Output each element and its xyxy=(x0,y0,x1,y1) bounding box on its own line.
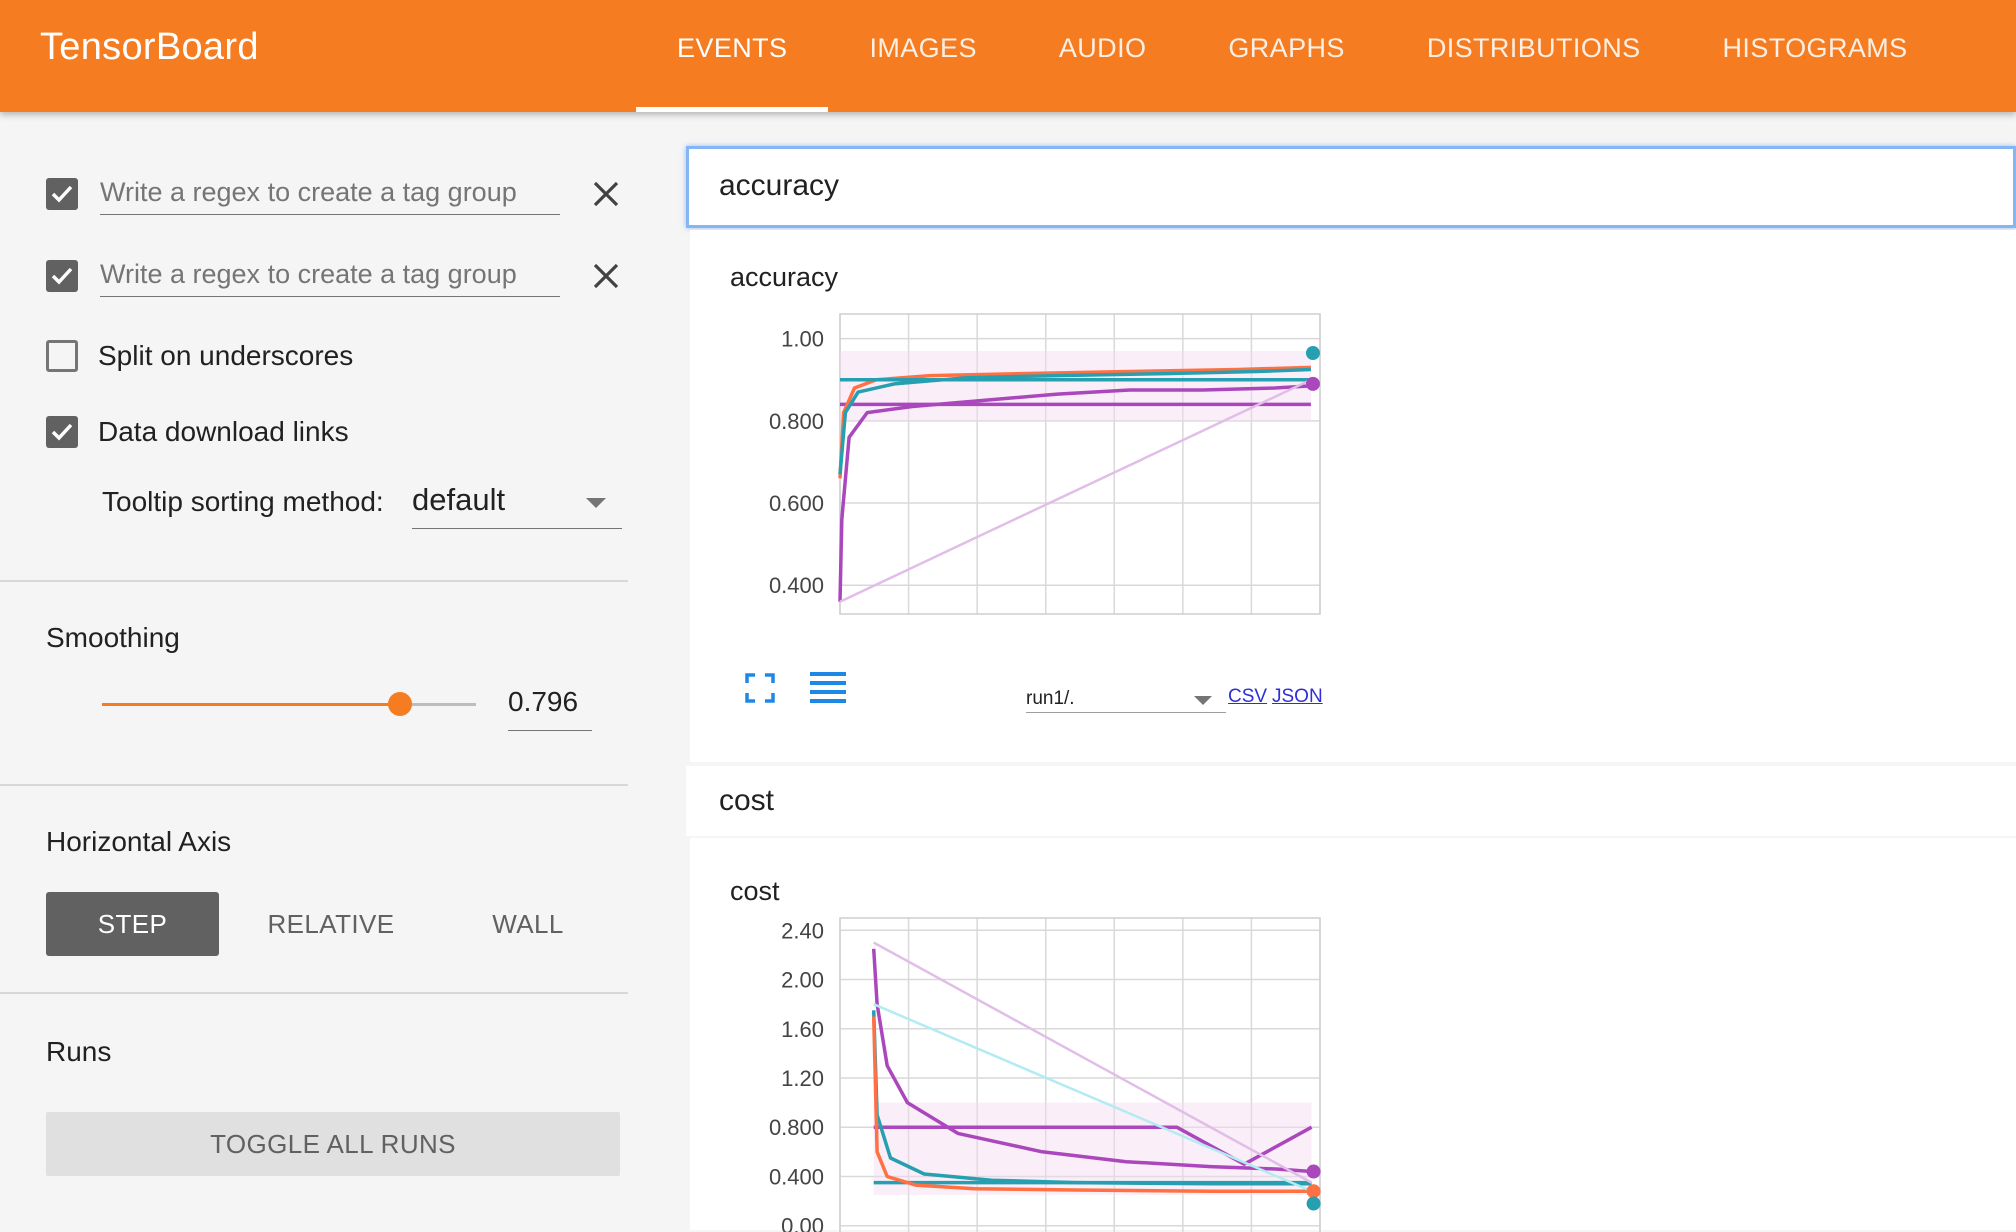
tab-audio[interactable]: AUDIO xyxy=(1018,0,1188,112)
regex-group-1-checkbox[interactable] xyxy=(46,178,78,210)
download-links-checkbox[interactable] xyxy=(46,416,78,448)
y-tick-label: 1.60 xyxy=(781,1017,824,1042)
y-tick-label: 0.800 xyxy=(769,409,824,434)
smoothing-value-input[interactable]: 0.796 xyxy=(508,686,592,731)
tooltip-sorting-value: default xyxy=(412,482,506,517)
y-tick-label: 1.00 xyxy=(781,327,824,352)
axis-relative-button[interactable]: RELATIVE xyxy=(244,892,418,956)
smoothing-title: Smoothing xyxy=(46,622,180,653)
y-tick-label: 2.00 xyxy=(781,968,824,993)
y-tick-label: 0.400 xyxy=(769,573,824,598)
axis-wall-button[interactable]: WALL xyxy=(448,892,608,956)
y-tick-label: 2.40 xyxy=(781,918,824,943)
top-app-bar: TensorBoard EVENTS IMAGES AUDIO GRAPHS D… xyxy=(0,0,2016,112)
chevron-down-icon xyxy=(1194,696,1212,705)
divider xyxy=(0,580,628,582)
y-tick-label: 1.20 xyxy=(781,1066,824,1091)
series-end-marker xyxy=(1306,1184,1321,1199)
sidebar: Split on underscores Data download links… xyxy=(0,112,628,1230)
chevron-down-icon xyxy=(586,498,606,508)
toggle-all-runs-button[interactable]: TOGGLE ALL RUNS xyxy=(46,1112,620,1176)
chart-title: accuracy xyxy=(730,262,839,292)
csv-download-link[interactable]: CSV xyxy=(1228,686,1267,708)
divider xyxy=(0,784,628,786)
regex-group-1-input[interactable] xyxy=(100,170,560,215)
y-tick-label: 0.00 xyxy=(781,1214,824,1232)
split-underscores-label: Split on underscores xyxy=(98,340,354,371)
app-title: TensorBoard xyxy=(40,26,259,68)
split-underscores-checkbox[interactable] xyxy=(46,340,78,372)
json-download-link[interactable]: JSON xyxy=(1272,686,1323,708)
axis-step-button[interactable]: STEP xyxy=(46,892,219,956)
raw-data-band xyxy=(840,350,1311,421)
close-icon[interactable] xyxy=(590,260,622,292)
data-selection-icon[interactable] xyxy=(810,670,846,709)
smoothing-slider-knob[interactable] xyxy=(387,692,412,716)
tab-distributions[interactable]: DISTRIBUTIONS xyxy=(1386,0,1682,112)
accuracy-card: accuracy 1.000.8000.6000.4000.0001.000k2… xyxy=(690,230,2016,762)
divider xyxy=(0,992,628,994)
tooltip-sorting-label: Tooltip sorting method: xyxy=(102,486,384,517)
y-tick-label: 0.600 xyxy=(769,491,824,516)
regex-group-2-checkbox[interactable] xyxy=(46,260,78,292)
y-tick-label: 0.800 xyxy=(769,1115,824,1140)
regex-group-2-input[interactable] xyxy=(100,252,560,297)
series-end-marker xyxy=(1305,376,1320,391)
tab-events[interactable]: EVENTS xyxy=(636,0,829,112)
series-end-marker xyxy=(1306,1164,1321,1179)
fullscreen-icon[interactable] xyxy=(744,672,776,709)
horizontal-axis-title: Horizontal Axis xyxy=(46,826,232,857)
check-icon xyxy=(51,267,73,285)
tab-graphs[interactable]: GRAPHS xyxy=(1187,0,1385,112)
y-tick-label: 0.400 xyxy=(769,1164,824,1189)
run-select-value: run1/. xyxy=(1026,688,1075,709)
cost-card: cost 2.40 2.00 1.60 1.20 0.800 0.400 0.00 xyxy=(690,838,2016,1232)
smoothing-slider-fill xyxy=(102,703,400,706)
tab-images[interactable]: IMAGES xyxy=(828,0,1017,112)
group-header-cost[interactable]: cost xyxy=(686,766,2016,836)
download-links-label: Data download links xyxy=(98,416,349,447)
nav-tabs: EVENTS IMAGES AUDIO GRAPHS DISTRIBUTIONS… xyxy=(636,0,1949,112)
runs-title: Runs xyxy=(46,1036,112,1067)
group-header-accuracy[interactable]: accuracy xyxy=(686,146,2016,228)
check-icon xyxy=(51,423,73,441)
smoothing-slider[interactable] xyxy=(102,692,476,716)
series-end-marker xyxy=(1306,1196,1321,1211)
series-end-marker xyxy=(1305,346,1320,361)
close-icon[interactable] xyxy=(590,178,622,210)
tab-histograms[interactable]: HISTOGRAMS xyxy=(1682,0,1949,112)
check-icon xyxy=(51,185,73,203)
cost-chart[interactable]: 2.40 2.00 1.60 1.20 0.800 0.400 0.00 xyxy=(730,910,1350,1232)
accuracy-chart[interactable]: 1.000.8000.6000.4000.0001.000k2.000k xyxy=(730,300,1350,620)
chart-title: cost xyxy=(730,876,780,906)
